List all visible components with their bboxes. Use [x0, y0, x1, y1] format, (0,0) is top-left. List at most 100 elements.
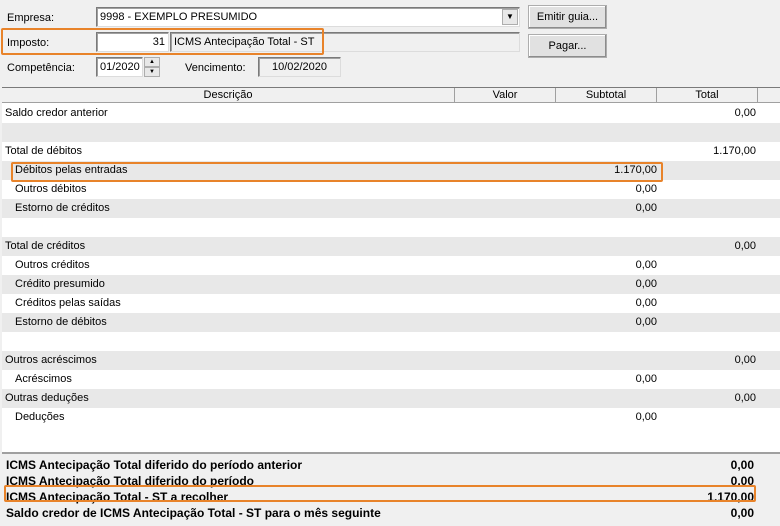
row-subtotal [557, 104, 657, 123]
col-header-subtotal[interactable]: Subtotal [556, 88, 657, 103]
row-subtotal: 0,00 [635, 411, 657, 423]
summary-panel: ICMS Antecipação Total diferido do perío… [2, 452, 780, 526]
row-subtotal [557, 389, 657, 408]
row-total: 0,00 [734, 240, 756, 252]
row-total [658, 256, 756, 275]
empresa-combobox[interactable]: 9998 - EXEMPLO PRESUMIDO ▼ [96, 7, 520, 27]
row-description: Outras deduções [5, 392, 89, 404]
row-subtotal [557, 142, 657, 161]
summary-value: 0,00 [730, 458, 754, 472]
row-description: Outros débitos [15, 183, 87, 195]
row-description: Débitos pelas entradas [15, 164, 128, 176]
table-row[interactable]: Outros créditos 0,00 [2, 256, 780, 275]
row-total [658, 123, 756, 142]
row-total [658, 180, 756, 199]
table-row[interactable]: Estorno de débitos 0,00 [2, 313, 780, 332]
row-description: Outros créditos [15, 259, 90, 271]
pagar-button[interactable]: Pagar... [528, 34, 607, 58]
summary-value: 0,00 [730, 506, 754, 520]
table-row[interactable]: Débitos pelas entradas 1.170,00 [2, 161, 780, 180]
col-header-descricao[interactable]: Descrição [2, 88, 455, 103]
row-description: Saldo credor anterior [5, 107, 108, 119]
table-row[interactable]: Total de débitos 1.170,00 [2, 142, 780, 161]
row-total [658, 218, 756, 237]
col-header-filler [758, 88, 780, 103]
summary-row: ICMS Antecipação Total diferido do perío… [2, 457, 780, 473]
row-subtotal [557, 332, 657, 351]
table-row[interactable]: Deduções 0,00 [2, 408, 780, 427]
row-total [658, 275, 756, 294]
table-row[interactable]: Créditos pelas saídas 0,00 [2, 294, 780, 313]
vencimento-field: 10/02/2020 [258, 57, 341, 77]
imposto-code-field[interactable]: 31 [96, 32, 169, 52]
row-total [658, 332, 756, 351]
summary-desc: ICMS Antecipação Total - ST a recolher [6, 490, 229, 504]
row-total [658, 408, 756, 427]
row-total: 0,00 [734, 392, 756, 404]
row-subtotal: 0,00 [635, 373, 657, 385]
table-row[interactable] [2, 332, 780, 351]
row-total [658, 294, 756, 313]
imposto-label: Imposto: [7, 37, 50, 49]
col-header-total[interactable]: Total [657, 88, 758, 103]
row-total: 0,00 [734, 107, 756, 119]
table-row[interactable]: Estorno de créditos 0,00 [2, 199, 780, 218]
summary-row: ICMS Antecipação Total diferido do perío… [2, 473, 780, 489]
row-subtotal: 0,00 [635, 202, 657, 214]
row-description: Total de créditos [5, 240, 86, 252]
row-subtotal [557, 237, 657, 256]
empresa-label: Empresa: [7, 12, 55, 24]
table-row[interactable]: Total de créditos 0,00 [2, 237, 780, 256]
col-header-valor[interactable]: Valor [455, 88, 556, 103]
row-subtotal: 0,00 [635, 278, 657, 290]
emitir-guia-button[interactable]: Emitir guia... [528, 5, 607, 29]
spin-up-icon[interactable]: ▲ [144, 57, 160, 67]
row-subtotal [557, 218, 657, 237]
chevron-down-icon[interactable]: ▼ [502, 9, 518, 25]
empresa-value: 9998 - EXEMPLO PRESUMIDO [100, 11, 258, 23]
summary-value: 0,00 [730, 474, 754, 488]
table-row[interactable]: Outras deduções 0,00 [2, 389, 780, 408]
row-subtotal: 0,00 [635, 183, 657, 195]
row-subtotal: 1.170,00 [614, 164, 657, 176]
row-description: Total de débitos [5, 145, 83, 157]
row-subtotal [557, 123, 657, 142]
row-description: Outros acréscimos [5, 354, 97, 366]
row-description [5, 123, 455, 142]
row-description: Estorno de créditos [15, 202, 110, 214]
table-row[interactable]: Crédito presumido 0,00 [2, 275, 780, 294]
table-row[interactable]: Acréscimos 0,00 [2, 370, 780, 389]
row-total: 1.170,00 [713, 145, 756, 157]
competencia-field[interactable]: 01/2020 [96, 57, 143, 77]
summary-desc: ICMS Antecipação Total diferido do perío… [6, 474, 255, 488]
row-subtotal [557, 351, 657, 370]
imposto-description: ICMS Antecipação Total - ST [170, 32, 520, 52]
table-row[interactable]: Outros débitos 0,00 [2, 180, 780, 199]
row-description: Crédito presumido [15, 278, 105, 290]
summary-desc: Saldo credor de ICMS Antecipação Total -… [6, 506, 381, 520]
table-row[interactable]: Saldo credor anterior 0,00 [2, 104, 780, 123]
row-total [658, 370, 756, 389]
row-total [658, 199, 756, 218]
summary-row: ICMS Antecipação Total - ST a recolher 1… [2, 489, 780, 505]
row-description [5, 332, 455, 351]
row-total: 0,00 [734, 354, 756, 366]
table-row[interactable] [2, 123, 780, 142]
row-description: Deduções [15, 411, 65, 423]
summary-desc: ICMS Antecipação Total diferido do perío… [6, 458, 303, 472]
row-total [658, 313, 756, 332]
apuracao-grid: Descrição Valor Subtotal Total Saldo cre… [2, 87, 780, 526]
summary-value: 1.170,00 [707, 490, 754, 504]
table-row[interactable]: Outros acréscimos 0,00 [2, 351, 780, 370]
row-description: Créditos pelas saídas [15, 297, 121, 309]
row-subtotal: 0,00 [635, 259, 657, 271]
row-description [5, 218, 455, 237]
row-subtotal: 0,00 [635, 316, 657, 328]
spin-down-icon[interactable]: ▼ [144, 67, 160, 77]
competencia-label: Competência: [7, 62, 75, 74]
table-row[interactable] [2, 218, 780, 237]
competencia-spinner[interactable]: ▲ ▼ [144, 57, 160, 77]
row-description: Estorno de débitos [15, 316, 107, 328]
row-total [658, 161, 756, 180]
row-description: Acréscimos [15, 373, 72, 385]
